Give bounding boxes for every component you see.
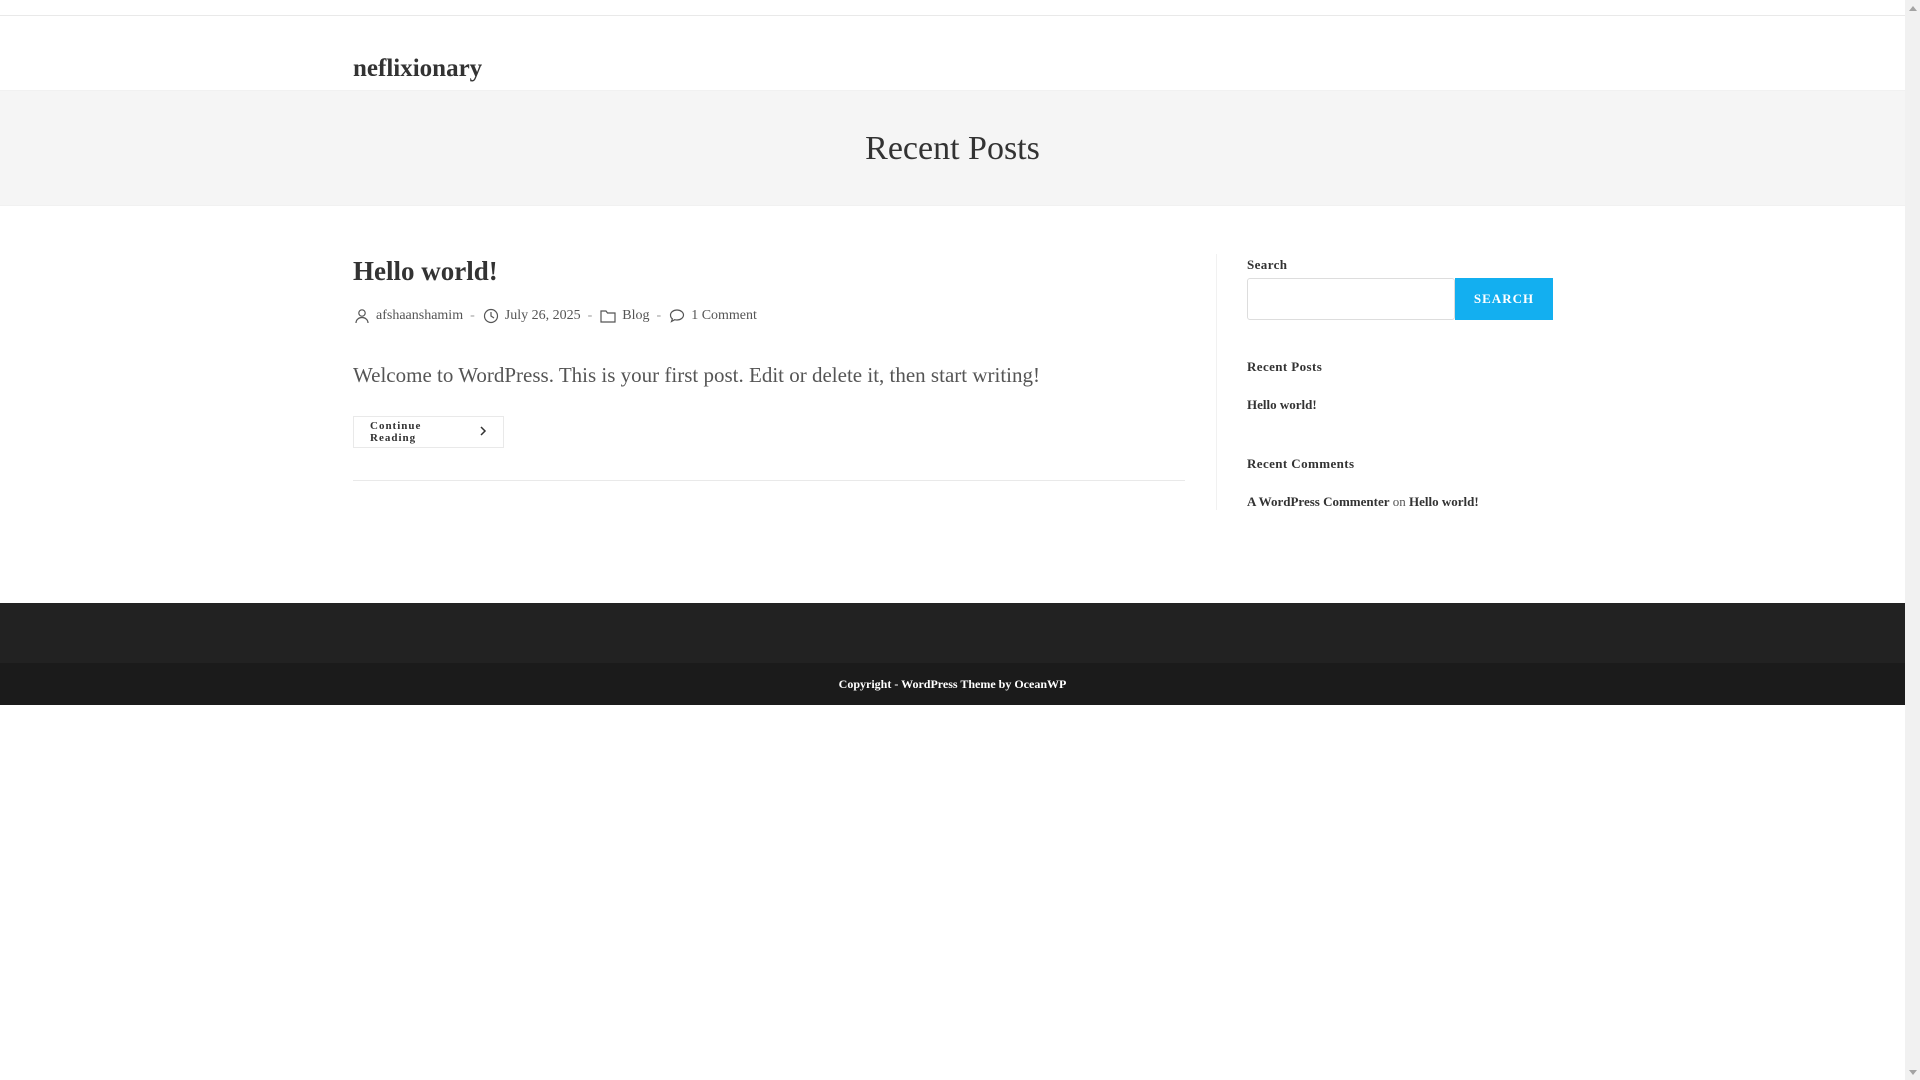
clock-icon: [482, 307, 500, 325]
post-date: July 26, 2025: [504, 308, 581, 323]
page-header: Recent Posts: [0, 91, 1905, 206]
author-link[interactable]: afshaanshamim: [376, 308, 463, 324]
meta-comments: 1 Comment: [668, 307, 757, 325]
comment-post: Hello world!: [1409, 494, 1479, 509]
meta-separator: -: [470, 308, 475, 323]
scroll-down-arrow-icon[interactable]: [1905, 1065, 1920, 1080]
search-label: Search: [1247, 257, 1288, 272]
meta-date: July 26, 2025: [482, 307, 581, 325]
footer-widgets: [0, 603, 1905, 663]
comment-author: A WordPress Commenter: [1247, 494, 1390, 509]
search-button[interactable]: SEARCH: [1455, 278, 1553, 320]
user-icon: [353, 307, 371, 325]
comment-post-link[interactable]: Hello world!: [1409, 494, 1479, 509]
page-title: Recent Posts: [865, 130, 1040, 167]
scroll-up-arrow-icon[interactable]: [1905, 0, 1920, 15]
post-excerpt: Welcome to WordPress. This is your first…: [353, 363, 1040, 387]
footer-bottom: Copyright - WordPress Theme by OceanWP: [0, 663, 1905, 705]
post-meta: afshaanshamim - July 26, 2025 - Blog - 1…: [353, 307, 757, 325]
comments-link[interactable]: 1 Comment: [691, 308, 757, 324]
recent-post-link[interactable]: Hello world!: [1247, 397, 1317, 413]
site-logo[interactable]: neflixionary: [353, 53, 482, 85]
meta-separator: -: [656, 308, 662, 323]
category-link[interactable]: Blog: [622, 308, 649, 324]
search-form: SEARCH: [1247, 278, 1553, 320]
chevron-right-icon: [479, 425, 487, 439]
top-bar: [0, 0, 1905, 16]
folder-icon: [599, 307, 617, 325]
site-header: neflixionary: [0, 16, 1905, 91]
continue-reading-button[interactable]: Continue Reading: [353, 416, 504, 448]
meta-separator: -: [587, 308, 593, 323]
comment-on-text: on: [1392, 494, 1406, 509]
comment-author-link[interactable]: A WordPress Commenter: [1247, 494, 1390, 509]
post-divider: [353, 480, 1185, 481]
comment-icon: [668, 307, 686, 325]
recent-comment-item: A WordPress Commenter on Hello world!: [1247, 494, 1479, 510]
recent-comments-title: Recent Comments: [1247, 456, 1355, 471]
search-input[interactable]: [1247, 278, 1455, 320]
sidebar: Search SEARCH Recent Posts Hello world! …: [1216, 254, 1554, 510]
meta-author: afshaanshamim: [353, 307, 463, 325]
meta-category: Blog: [599, 307, 650, 325]
copyright-text: Copyright - WordPress Theme by OceanWP: [838, 676, 1067, 691]
blog-entry: Hello world! afshaanshamim - July 26, 20…: [353, 254, 1185, 481]
post-title[interactable]: Hello world!: [353, 254, 1185, 288]
vertical-scrollbar[interactable]: [1905, 0, 1920, 1080]
recent-posts-title: Recent Posts: [1247, 359, 1323, 374]
continue-reading-label: Continue Reading: [370, 420, 422, 444]
